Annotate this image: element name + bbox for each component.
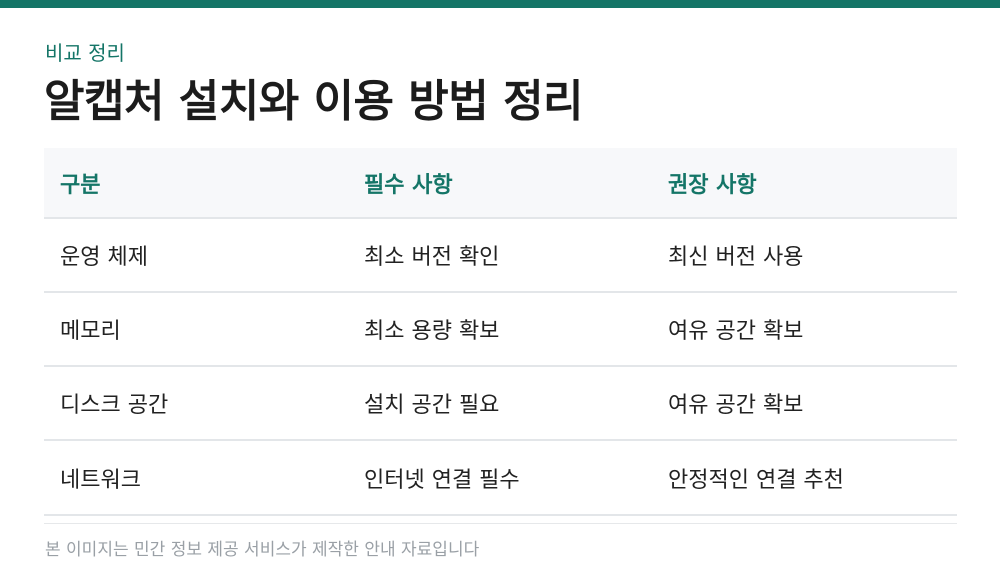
row-category: 운영 체제 — [60, 245, 148, 270]
row-recommended: 여유 공간 확보 — [668, 393, 804, 418]
row-required: 설치 공간 필요 — [364, 393, 500, 418]
row-category: 네트워크 — [60, 467, 141, 493]
footer-note: 본 이미지는 민간 정보 제공 서비스가 제작한 안내 자료입니다 — [45, 540, 480, 560]
row-category: 디스크 공간 — [60, 393, 169, 418]
section-eyebrow: 비교 정리 — [45, 41, 125, 65]
table-row: 디스크 공간 설치 공간 필요 여유 공간 확보 — [44, 367, 957, 441]
table-row: 메모리 최소 용량 확보 여유 공간 확보 — [44, 293, 957, 367]
top-accent-bar — [0, 0, 1000, 8]
table-header-row: 구분 필수 사항 권장 사항 — [44, 148, 957, 219]
row-recommended: 여유 공간 확보 — [668, 319, 804, 344]
row-required: 최소 버전 확인 — [364, 245, 500, 270]
row-recommended: 안정적인 연결 추천 — [668, 467, 844, 493]
table-row: 네트워크 인터넷 연결 필수 안정적인 연결 추천 — [44, 441, 957, 516]
column-header-recommended: 권장 사항 — [668, 172, 757, 198]
column-header-category: 구분 — [60, 172, 101, 198]
table-row: 운영 체제 최소 버전 확인 최신 버전 사용 — [44, 219, 957, 293]
row-required: 최소 용량 확보 — [364, 319, 500, 344]
row-recommended: 최신 버전 사용 — [668, 245, 804, 270]
row-category: 메모리 — [60, 319, 121, 344]
page-title: 알캡처 설치와 이용 방법 정리 — [44, 76, 584, 127]
footer-divider — [44, 523, 957, 524]
row-required: 인터넷 연결 필수 — [364, 467, 520, 493]
comparison-table: 구분 필수 사항 권장 사항 운영 체제 최소 버전 확인 최신 버전 사용 메… — [44, 148, 957, 516]
column-header-required: 필수 사항 — [364, 172, 453, 198]
